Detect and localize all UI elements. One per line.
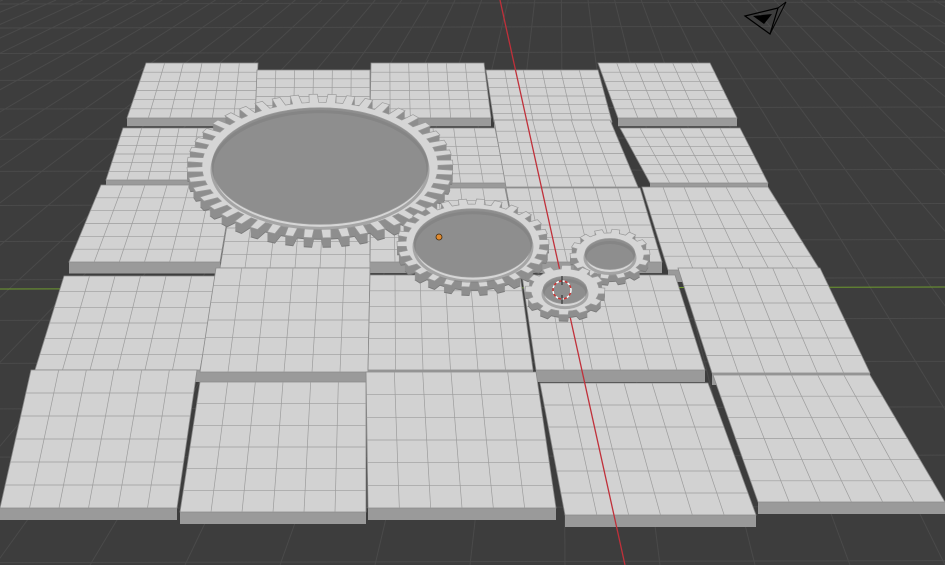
grid-line (0, 1, 945, 5)
floor-tiles[interactable] (0, 62, 945, 527)
object-origin-dot (435, 233, 443, 241)
floor-tile[interactable] (34, 275, 218, 382)
grid-line (933, 0, 945, 8)
grid-line (0, 0, 3, 2)
floor-tile[interactable] (677, 267, 871, 385)
3d-viewport[interactable] (0, 0, 945, 565)
floor-tile[interactable] (0, 369, 198, 520)
grid-line (0, 50, 945, 54)
camera-icon[interactable] (743, 1, 787, 35)
floor-tile[interactable] (199, 267, 371, 384)
floor-tile[interactable] (597, 62, 738, 127)
floor-tile[interactable] (179, 381, 367, 524)
floor-tile[interactable] (365, 371, 557, 520)
scene-canvas[interactable] (0, 0, 945, 565)
floor-tile[interactable] (493, 119, 639, 198)
grid-line (0, 560, 945, 564)
